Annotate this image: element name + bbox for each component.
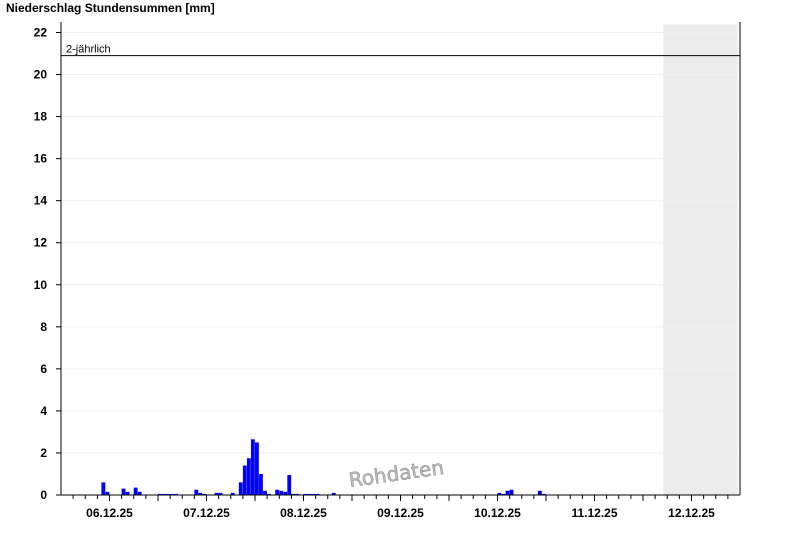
- precip-bar: [287, 475, 292, 495]
- x-tick-label: 12.12.25: [668, 506, 715, 520]
- y-tick-label: 16: [34, 152, 48, 166]
- x-tick-label: 10.12.25: [474, 506, 521, 520]
- precip-bar: [275, 489, 280, 495]
- y-tick-label: 10: [34, 278, 48, 292]
- precip-bar: [133, 487, 138, 495]
- watermark-text: Rohdaten: [347, 455, 445, 492]
- y-tick-label: 18: [34, 110, 48, 124]
- precip-bar: [194, 489, 199, 495]
- reference-line-label: 2-jährlich: [66, 44, 111, 56]
- precip-bar: [242, 465, 247, 495]
- precip-bar: [537, 490, 542, 495]
- y-tick-label: 4: [40, 404, 47, 418]
- forecast-shaded-region: [663, 24, 738, 496]
- y-tick-label: 8: [40, 320, 47, 334]
- precip-bar: [505, 490, 510, 495]
- precip-bar: [121, 488, 126, 495]
- x-tick-label: 09.12.25: [377, 506, 424, 520]
- precip-bar: [263, 490, 267, 495]
- precip-bar: [238, 482, 243, 495]
- x-tick-label: 07.12.25: [183, 506, 230, 520]
- x-tick-label: 11.12.25: [571, 506, 617, 520]
- precip-bar: [509, 489, 514, 495]
- y-tick-label: 6: [40, 362, 47, 376]
- y-tick-label: 2: [40, 446, 47, 460]
- y-tick-label: 22: [34, 26, 48, 40]
- precipitation-chart: 0 2 4 6 8 10 12 14 16 18 20 22 2-jährlich 06.12.25 07.…: [34, 22, 741, 520]
- precip-bar: [259, 473, 263, 495]
- precip-bar: [279, 490, 284, 495]
- x-tick-label: 06.12.25: [86, 506, 133, 520]
- y-tick-label: 14: [34, 194, 48, 208]
- y-tick-label: 0: [40, 488, 47, 502]
- precip-bar: [246, 458, 251, 495]
- y-tick-label: 20: [34, 68, 48, 82]
- y-tick-label: 12: [34, 236, 48, 250]
- precip-bar: [255, 442, 259, 495]
- precip-bar: [101, 482, 106, 495]
- precip-bar: [250, 439, 255, 495]
- x-tick-label: 08.12.25: [280, 506, 327, 520]
